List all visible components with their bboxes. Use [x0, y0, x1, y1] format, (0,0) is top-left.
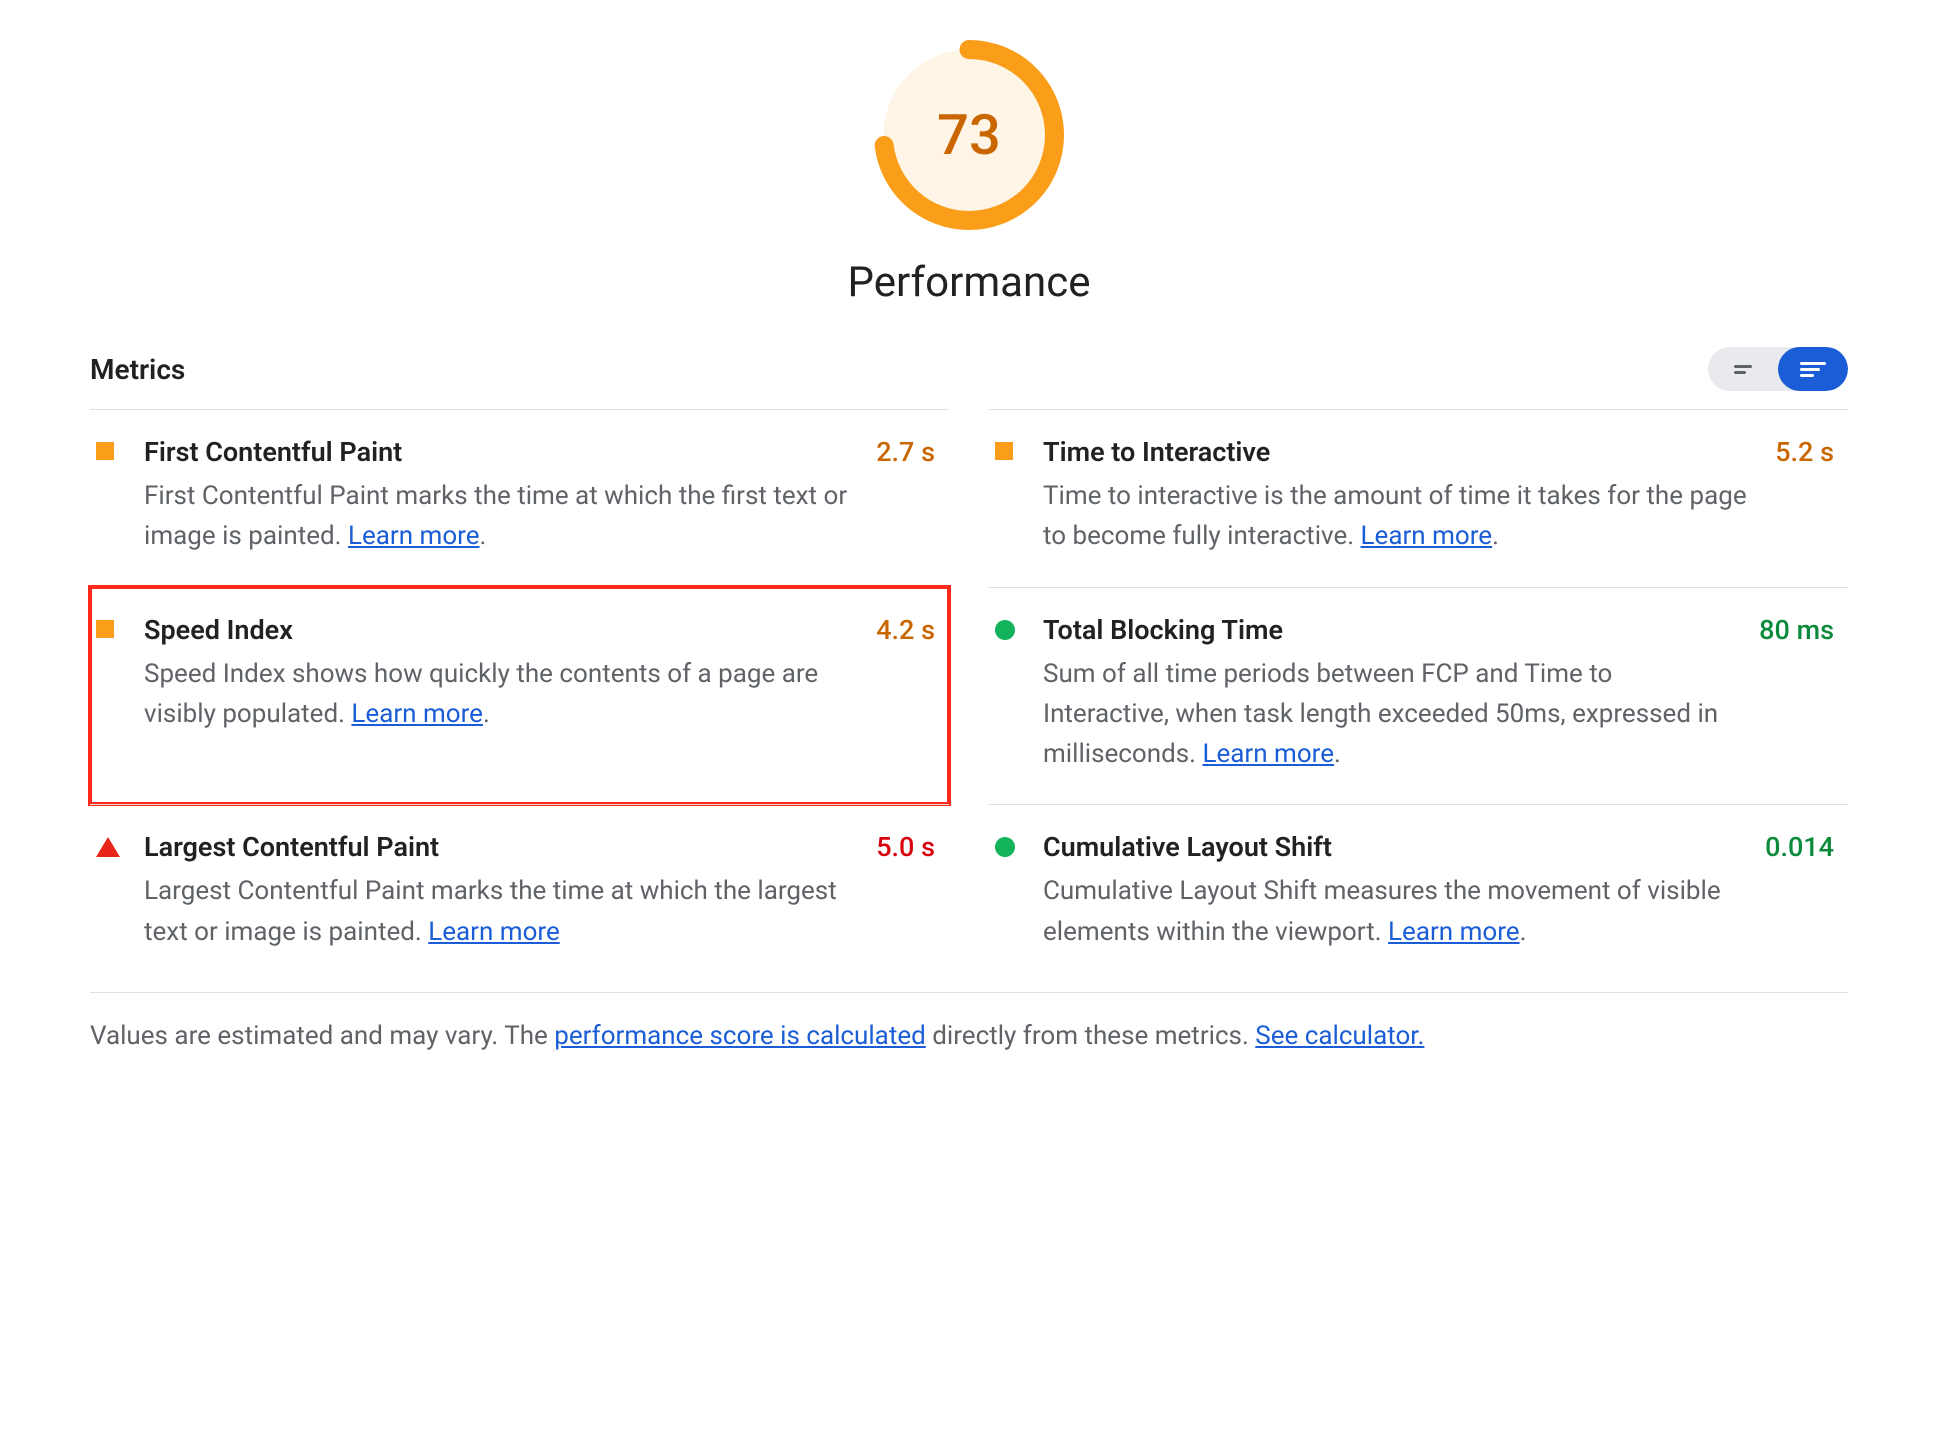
metric-value: 0.014	[1765, 831, 1834, 863]
learn-more-link[interactable]: Learn more	[1361, 521, 1493, 551]
gauge-title: Performance	[848, 258, 1091, 307]
metric-value: 80 ms	[1759, 614, 1834, 646]
metric-title: Cumulative Layout Shift	[1043, 831, 1745, 863]
metric-description: Speed Index shows how quickly the conten…	[144, 654, 856, 735]
square-orange-icon	[96, 442, 114, 460]
metric-value: 5.2 s	[1775, 436, 1834, 468]
square-orange-icon	[995, 442, 1013, 460]
learn-more-link[interactable]: Learn more	[348, 521, 480, 551]
learn-more-link[interactable]: Learn more	[428, 917, 560, 947]
square-orange-icon	[96, 620, 114, 638]
metric-fcp: First Contentful Paint First Contentful P…	[90, 409, 949, 587]
circle-green-icon	[995, 837, 1015, 857]
metric-title: Time to Interactive	[1043, 436, 1755, 468]
metric-value: 2.7 s	[876, 436, 935, 468]
circle-green-icon	[995, 620, 1015, 640]
metric-title: First Contentful Paint	[144, 436, 856, 468]
learn-more-link[interactable]: Learn more	[1388, 917, 1520, 947]
learn-more-link[interactable]: Learn more	[351, 699, 483, 729]
learn-more-link[interactable]: Learn more	[1202, 739, 1334, 769]
metric-description: Sum of all time periods between FCP and …	[1043, 654, 1739, 775]
metric-tbt: Total Blocking Time Sum of all time perio…	[989, 587, 1848, 805]
triangle-red-icon	[96, 837, 120, 857]
metrics-grid: First Contentful Paint First Contentful P…	[90, 409, 1848, 982]
metric-value: 5.0 s	[876, 831, 935, 863]
score-value: 73	[874, 40, 1064, 230]
metric-cls: Cumulative Layout Shift Cumulative Layout…	[989, 804, 1848, 982]
view-toggle	[1708, 347, 1848, 391]
metrics-heading: Metrics	[90, 353, 185, 386]
view-toggle-compact[interactable]	[1708, 347, 1778, 391]
footnote-text: Values are estimated and may vary. The	[90, 1021, 554, 1051]
metric-description: Cumulative Layout Shift measures the mov…	[1043, 871, 1745, 952]
metric-description: First Contentful Paint marks the time at…	[144, 476, 856, 557]
metric-value: 4.2 s	[876, 614, 935, 646]
metric-tti: Time to Interactive Time to interactive i…	[989, 409, 1848, 587]
footnote-text: directly from these metrics.	[926, 1021, 1255, 1051]
footnote: Values are estimated and may vary. The p…	[90, 992, 1848, 1051]
performance-score-link[interactable]: performance score is calculated	[554, 1021, 926, 1051]
metric-si: Speed Index Speed Index shows how quickly…	[90, 587, 949, 805]
metric-description: Time to interactive is the amount of tim…	[1043, 476, 1755, 557]
score-gauge: 73	[874, 40, 1064, 230]
metric-lcp: Largest Contentful Paint Largest Contentf…	[90, 804, 949, 982]
expanded-icon	[1800, 362, 1826, 377]
see-calculator-link[interactable]: See calculator.	[1255, 1021, 1424, 1051]
compact-icon	[1734, 365, 1752, 374]
metrics-header: Metrics	[90, 347, 1848, 409]
metric-title: Speed Index	[144, 614, 856, 646]
metric-title: Total Blocking Time	[1043, 614, 1739, 646]
metric-title: Largest Contentful Paint	[144, 831, 856, 863]
view-toggle-expanded[interactable]	[1778, 347, 1848, 391]
metric-description: Largest Contentful Paint marks the time …	[144, 871, 856, 952]
performance-gauge-section: 73 Performance	[90, 40, 1848, 307]
